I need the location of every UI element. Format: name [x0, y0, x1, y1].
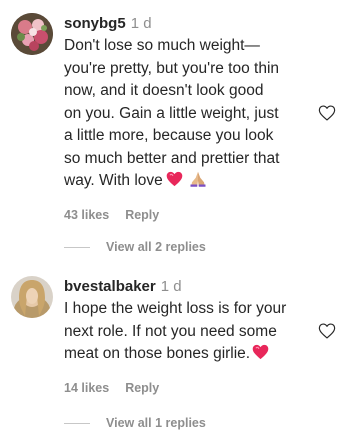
reply-button[interactable]: Reply: [125, 208, 159, 222]
view-replies-label: View all 1 replies: [106, 416, 206, 430]
replies-divider: [64, 246, 90, 248]
reply-button[interactable]: Reply: [125, 381, 159, 395]
comment-text: I hope the weight loss is for your next …: [64, 298, 319, 368]
like-button[interactable]: [318, 323, 336, 339]
praying-hands-emoji: [189, 170, 207, 195]
likes-count[interactable]: 43 likes: [64, 208, 109, 222]
pink-heart-emoji: [252, 344, 269, 368]
comment-text: Don't lose so much weight— you're pretty…: [64, 35, 319, 195]
comment-time: 1 d: [130, 15, 152, 32]
avatar[interactable]: [11, 13, 53, 55]
view-replies-button[interactable]: View all 2 replies: [64, 239, 206, 255]
comment-username[interactable]: sonybg5: [64, 15, 126, 32]
avatar[interactable]: [11, 276, 53, 318]
comment-username[interactable]: bvestalbaker: [64, 278, 156, 295]
like-button[interactable]: [318, 105, 336, 121]
pink-heart-emoji: [166, 171, 183, 195]
view-replies-label: View all 2 replies: [106, 240, 206, 254]
replies-divider: [64, 422, 90, 424]
heart-outline-icon: [318, 323, 336, 339]
likes-count[interactable]: 14 likes: [64, 381, 109, 395]
comment-time: 1 d: [160, 278, 182, 295]
view-replies-button[interactable]: View all 1 replies: [64, 415, 206, 431]
heart-outline-icon: [318, 105, 336, 121]
